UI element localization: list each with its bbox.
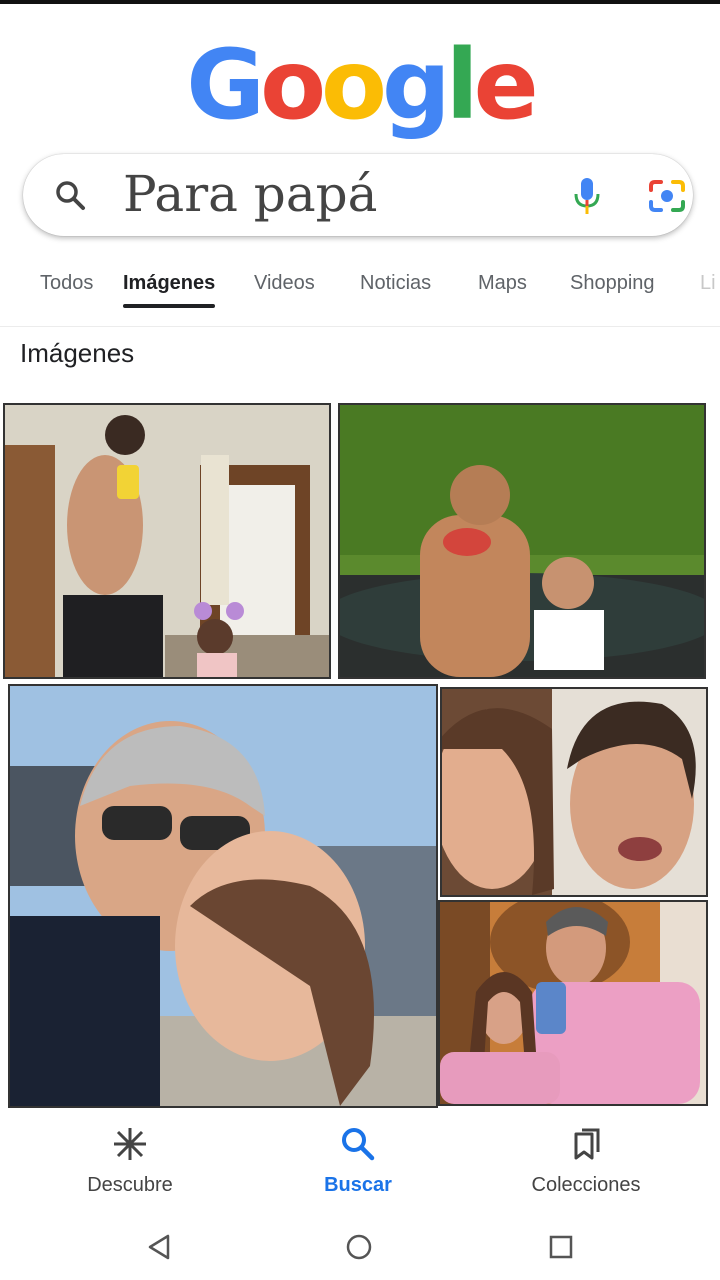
nav-descubre[interactable]: Descubre [30,1124,230,1197]
recents-icon[interactable] [546,1232,576,1262]
image-result[interactable] [338,403,706,679]
back-icon[interactable] [144,1232,174,1262]
image-result[interactable] [3,403,331,679]
tab-todos[interactable]: Todos [40,266,93,300]
nav-label: Buscar [324,1174,392,1196]
tab-maps[interactable]: Maps [478,266,527,300]
divider [0,326,720,327]
active-tab-indicator [123,304,216,308]
section-title: Imágenes [20,338,135,368]
logo-letter: G [186,29,265,141]
logo-letter: g [381,29,451,141]
bottom-navigation: Descubre Buscar Colecciones [0,1110,720,1210]
search-icon [342,1128,375,1161]
tab-imagenes[interactable]: Imágenes [123,266,216,308]
system-navigation-bar [0,1210,720,1280]
status-bar [0,0,720,4]
search-bar[interactable]: Para papá [23,154,693,236]
logo-letter: e [473,29,539,141]
collections-icon [574,1128,600,1160]
google-lens-icon[interactable] [647,178,687,214]
image-result[interactable] [8,684,438,1108]
google-logo: Google [0,30,720,140]
tab-label: Imágenes [123,272,216,294]
photo-thumbnail [340,405,704,677]
microphone-icon[interactable] [571,176,603,216]
image-result[interactable] [438,900,708,1106]
logo-letter: l [445,29,479,141]
photo-thumbnail [440,902,706,1104]
search-input[interactable]: Para papá [123,162,377,226]
logo-letter: o [321,29,387,141]
tab-noticias[interactable]: Noticias [360,266,431,300]
photo-thumbnail [442,689,706,895]
search-tabs: Todos Imágenes Videos Noticias Maps Shop… [0,266,720,308]
photo-thumbnail [5,405,329,677]
nav-buscar[interactable]: Buscar [258,1124,458,1197]
search-icon[interactable] [53,178,87,212]
tab-videos[interactable]: Videos [254,266,315,300]
photo-thumbnail [10,686,436,1106]
nav-label: Colecciones [531,1174,641,1196]
home-icon[interactable] [344,1232,374,1262]
tab-libros[interactable]: Li [700,266,720,300]
tab-shopping[interactable]: Shopping [570,266,655,300]
asterisk-icon [114,1128,146,1160]
nav-label: Descubre [87,1174,173,1196]
image-result[interactable] [440,687,708,897]
logo-letter: o [260,29,326,141]
nav-colecciones[interactable]: Colecciones [486,1124,686,1197]
